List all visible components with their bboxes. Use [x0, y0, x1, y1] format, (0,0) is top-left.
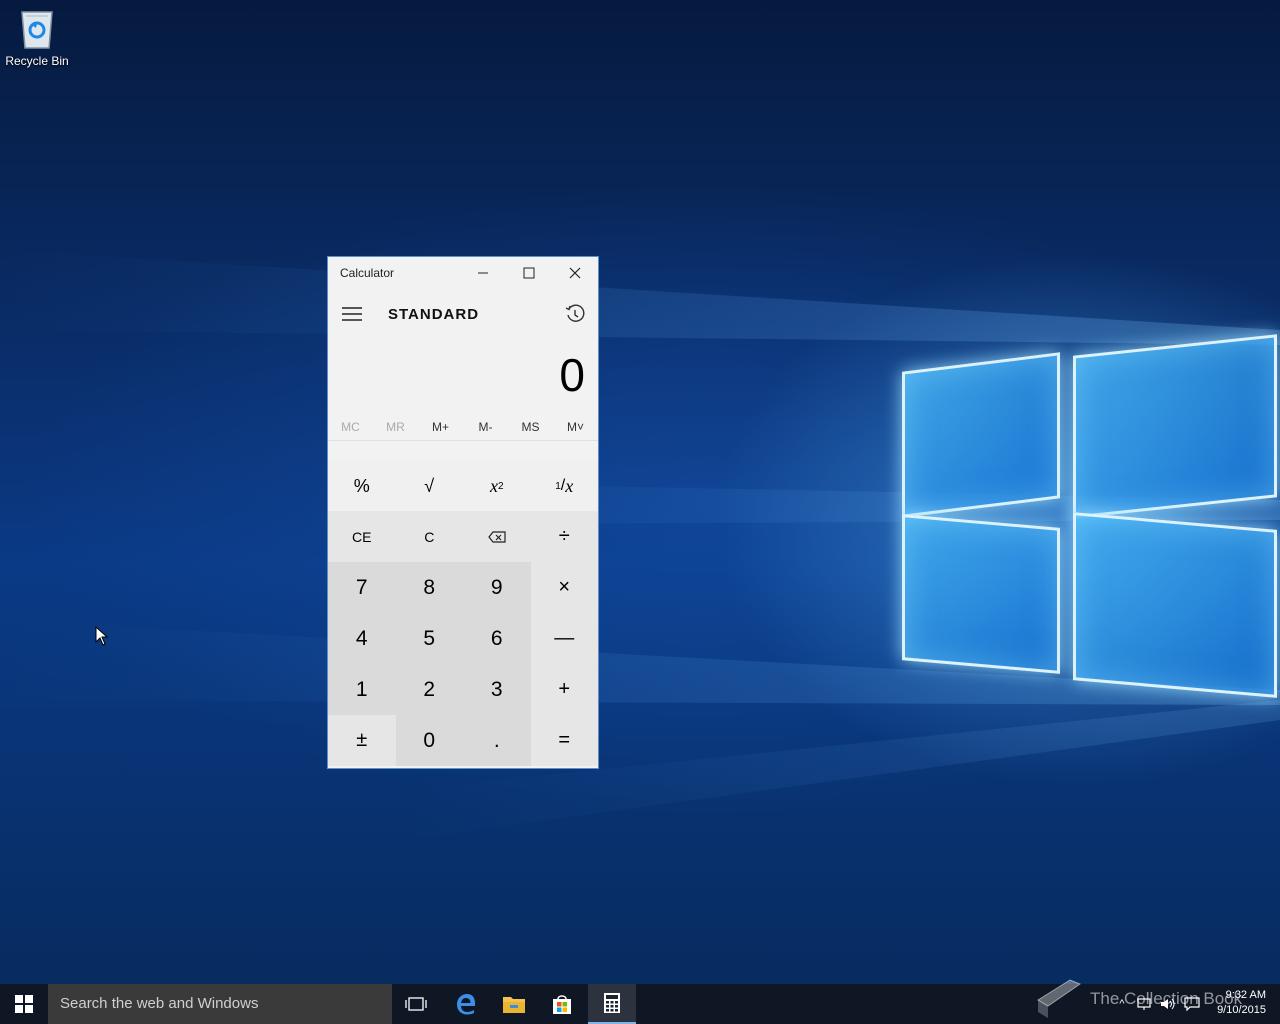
task-view-icon: [405, 997, 427, 1011]
decimal-button[interactable]: .: [463, 715, 531, 766]
calculator-header: STANDARD: [328, 289, 598, 339]
memory-clear-button[interactable]: MC: [328, 414, 373, 440]
digit-0-button[interactable]: 0: [395, 715, 463, 766]
backspace-button[interactable]: [463, 511, 531, 562]
memory-recall-button[interactable]: MR: [373, 414, 418, 440]
volume-icon: [1161, 998, 1175, 1010]
store-icon: [553, 995, 571, 1014]
clear-entry-button[interactable]: CE: [328, 511, 396, 562]
keypad: % √ x2 1/x CE C ÷ 7 8 9 × 4 5 6 — 1 2 3 …: [328, 461, 598, 766]
mode-title: STANDARD: [388, 306, 480, 323]
calculator-taskbar-button[interactable]: [588, 984, 636, 1024]
square-base: x: [489, 475, 498, 496]
edge-icon: [457, 994, 475, 1015]
file-explorer-icon: [503, 997, 525, 1013]
clear-button[interactable]: C: [395, 511, 463, 562]
window-title: Calculator: [340, 266, 395, 280]
calculator-window: Calculator STANDARD 0 MC MR M+ M- MS M˅ …: [327, 256, 599, 769]
logo-pane-bottom-right: [1073, 512, 1277, 698]
clock-date: 9/10/2015: [1217, 1004, 1266, 1016]
subtract-button[interactable]: —: [530, 613, 598, 664]
digit-9-button[interactable]: 9: [463, 562, 531, 613]
memory-store-button[interactable]: MS: [508, 414, 553, 440]
close-icon: [569, 267, 581, 279]
windows-logo-icon: [15, 995, 33, 1013]
maximize-button[interactable]: [506, 257, 552, 289]
digit-3-button[interactable]: 3: [463, 664, 531, 715]
start-button[interactable]: [0, 984, 48, 1024]
square-exponent: 2: [497, 480, 504, 492]
digit-4-button[interactable]: 4: [328, 613, 396, 664]
show-hidden-icons-button[interactable]: ^: [1114, 984, 1130, 1024]
logo-pane-top-left: [902, 352, 1060, 518]
chevron-up-icon: ^: [1119, 998, 1125, 1010]
hamburger-menu-button[interactable]: [340, 303, 364, 325]
minimize-button[interactable]: [460, 257, 506, 289]
search-box[interactable]: Search the web and Windows: [48, 984, 392, 1024]
action-center-icon: [1184, 997, 1200, 1011]
title-bar[interactable]: Calculator: [328, 257, 598, 289]
memory-row: MC MR M+ M- MS M˅: [328, 414, 598, 441]
hamburger-icon: [342, 307, 362, 321]
close-button[interactable]: [552, 257, 598, 289]
edge-button[interactable]: [442, 984, 490, 1024]
logo-pane-top-right: [1073, 334, 1277, 519]
history-button[interactable]: [564, 303, 586, 325]
display-value: 0: [559, 349, 585, 401]
volume-button[interactable]: [1158, 984, 1178, 1024]
equals-button[interactable]: =: [530, 715, 598, 766]
action-center-button[interactable]: [1182, 984, 1202, 1024]
book-watermark-icon: [1037, 979, 1082, 1018]
memory-list-button[interactable]: M˅: [553, 414, 598, 440]
digit-1-button[interactable]: 1: [328, 664, 396, 715]
network-icon: [1137, 998, 1151, 1010]
percent-button[interactable]: %: [328, 461, 396, 511]
digit-7-button[interactable]: 7: [328, 562, 396, 613]
memory-subtract-button[interactable]: M-: [463, 414, 508, 440]
result-display: 0: [328, 339, 598, 414]
network-button[interactable]: [1134, 984, 1154, 1024]
maximize-icon: [523, 267, 535, 279]
system-clock[interactable]: 9:32 AM 9/10/2015: [1217, 988, 1266, 1018]
task-view-button[interactable]: [392, 984, 440, 1024]
file-explorer-button[interactable]: [490, 984, 538, 1024]
desktop-icon-recycle-bin[interactable]: Recycle Bin: [4, 6, 70, 68]
memory-add-button[interactable]: M+: [418, 414, 463, 440]
clock-time: 9:32 AM: [1225, 989, 1266, 1001]
reciprocal-button[interactable]: 1/x: [530, 461, 598, 511]
history-icon: [565, 304, 585, 322]
digit-5-button[interactable]: 5: [395, 613, 463, 664]
backspace-icon: [487, 530, 506, 543]
add-button[interactable]: +: [530, 664, 598, 715]
taskbar: Search the web and Windows The Collectio…: [0, 979, 1280, 1024]
digit-6-button[interactable]: 6: [463, 613, 531, 664]
calculator-icon: [604, 993, 620, 1013]
negate-button[interactable]: ±: [328, 715, 396, 766]
logo-pane-bottom-left: [902, 514, 1060, 674]
minimize-icon: [478, 272, 488, 274]
digit-8-button[interactable]: 8: [395, 562, 463, 613]
recycle-bin-icon: [18, 6, 56, 50]
multiply-button[interactable]: ×: [530, 562, 598, 613]
square-root-button[interactable]: √: [395, 461, 463, 511]
reciprocal-denominator: x: [565, 475, 574, 496]
divide-button[interactable]: ÷: [530, 511, 598, 562]
store-button[interactable]: [538, 984, 586, 1024]
square-button[interactable]: x2: [463, 461, 531, 511]
mouse-cursor-icon: [95, 626, 109, 646]
digit-2-button[interactable]: 2: [395, 664, 463, 715]
desktop-icon-label: Recycle Bin: [5, 54, 69, 68]
